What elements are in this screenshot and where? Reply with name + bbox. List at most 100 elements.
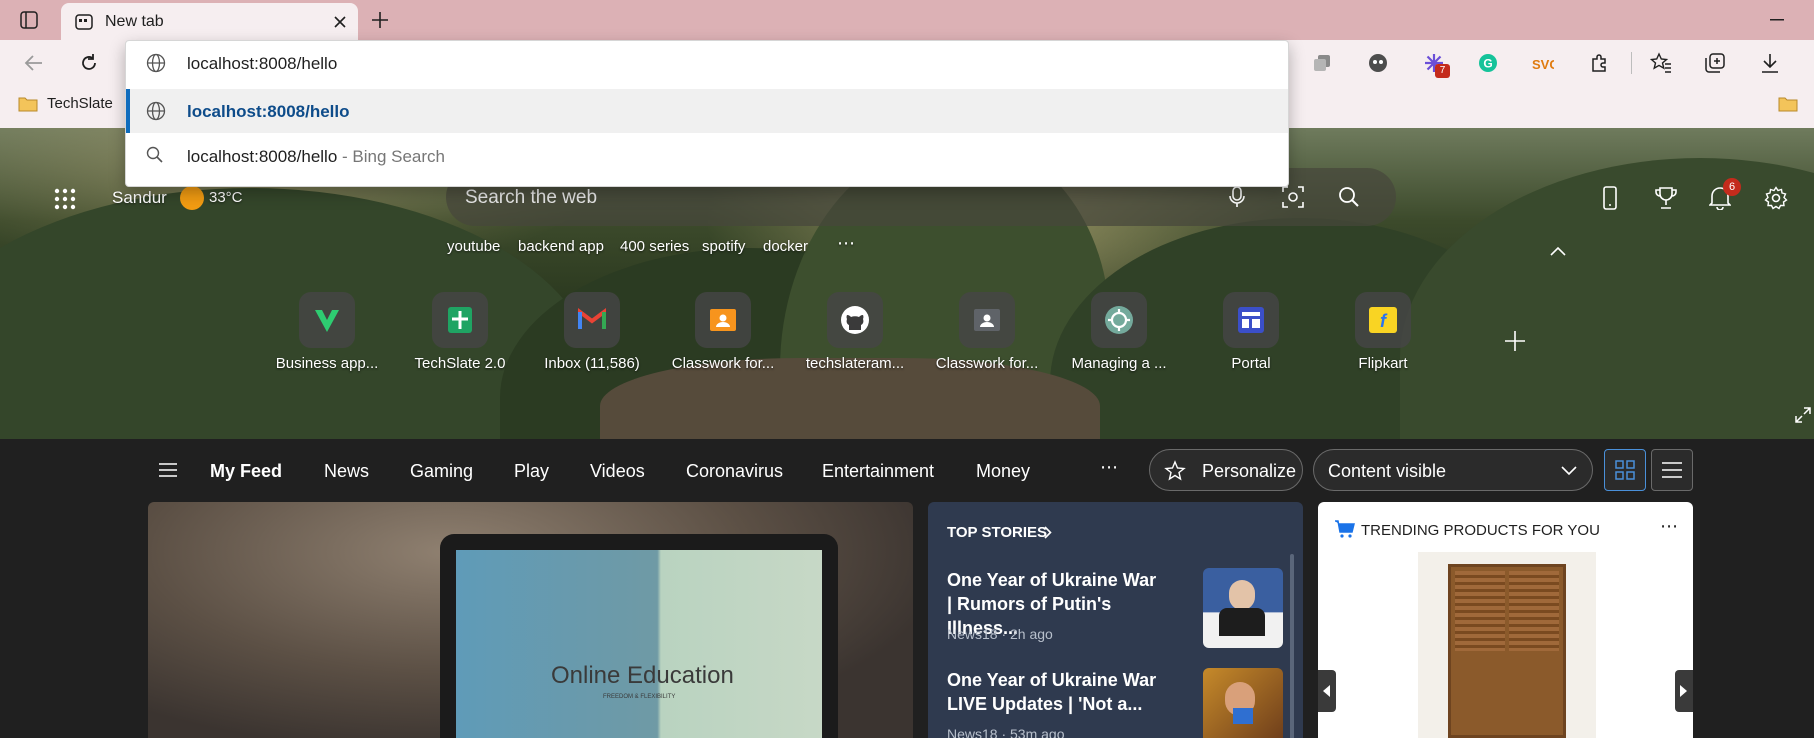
notifications-bell-icon[interactable]: 6 (1709, 178, 1741, 210)
app-launcher-icon[interactable] (54, 188, 76, 210)
new-tab-icon (75, 13, 93, 31)
grid-view-button[interactable] (1604, 449, 1646, 491)
story-item[interactable]: One Year of Ukraine War | Rumors of Puti… (947, 568, 1287, 648)
globe-icon (146, 53, 166, 73)
quick-tile-chatgpt[interactable]: Managing a ... (1064, 292, 1174, 372)
quick-links-more[interactable]: ⋯ (837, 233, 855, 254)
quick-tile-inbox[interactable]: Inbox (11,586) (537, 292, 647, 372)
laptop-image (440, 534, 838, 738)
quick-tile-business-app[interactable]: Business app... (272, 292, 382, 372)
collections-icon[interactable] (1705, 53, 1725, 73)
extension-spark-icon[interactable]: 7 (1423, 52, 1450, 78)
expand-icon[interactable] (1795, 407, 1811, 423)
gmail-icon (564, 292, 620, 348)
google-classroom-icon (959, 292, 1015, 348)
globe-icon (146, 101, 166, 121)
content-visibility-select[interactable]: Content visible (1313, 449, 1593, 491)
quick-tile-flipkart[interactable]: f Flipkart (1328, 292, 1438, 372)
quick-link-backend-app[interactable]: backend app (518, 238, 604, 255)
product-image-cabinet[interactable] (1418, 552, 1596, 738)
chevron-right-icon (1044, 526, 1052, 539)
visual-search-icon[interactable] (1282, 186, 1304, 208)
back-icon[interactable] (24, 53, 44, 73)
nav-videos[interactable]: Videos (590, 461, 645, 482)
tab-new-tab[interactable]: New tab (61, 3, 358, 40)
add-site-plus-icon[interactable] (1504, 330, 1526, 352)
story-thumbnail (1203, 568, 1283, 648)
settings-gear-icon[interactable] (1764, 186, 1788, 210)
trending-products-card: TRENDING PRODUCTS FOR YOU ⋯ (1318, 502, 1693, 738)
collapse-chevron-up-icon[interactable] (1550, 246, 1566, 256)
quick-link-youtube[interactable]: youtube (447, 238, 500, 255)
chatgpt-icon (1091, 292, 1147, 348)
bookmark-techslate[interactable]: TechSlate (47, 95, 113, 112)
tab-actions-icon[interactable] (20, 11, 38, 29)
minimize-icon[interactable] (1770, 19, 1784, 21)
mobile-icon[interactable] (1602, 186, 1618, 210)
extension-robot-icon[interactable] (1368, 53, 1388, 73)
notifications-badge: 6 (1723, 178, 1741, 196)
title-bar: New tab (0, 0, 1814, 40)
personalize-icon (1164, 460, 1186, 482)
nav-more[interactable]: ⋯ (1100, 457, 1118, 478)
trending-header: TRENDING PRODUCTS FOR YOU (1361, 522, 1600, 539)
nav-gaming[interactable]: Gaming (410, 461, 473, 482)
search-submit-icon[interactable] (1338, 186, 1360, 208)
nav-money[interactable]: Money (976, 461, 1030, 482)
feed-menu-icon[interactable] (159, 463, 177, 477)
quick-tile-techslate[interactable]: TechSlate 2.0 (405, 292, 515, 372)
suggestion-item-search[interactable]: localhost:8008/hello - Bing Search (126, 134, 1288, 178)
new-tab-plus-icon[interactable] (370, 10, 390, 30)
carousel-next-button[interactable] (1675, 670, 1693, 712)
list-view-button[interactable] (1651, 449, 1693, 491)
downloads-icon[interactable] (1760, 53, 1780, 73)
chevron-right-icon (1680, 685, 1687, 697)
quick-link-spotify[interactable]: spotify (702, 238, 745, 255)
selection-indicator (126, 89, 130, 133)
microphone-icon[interactable] (1229, 186, 1245, 208)
suggestion-text: localhost:8008/hello - Bing Search (187, 147, 446, 166)
nav-entertainment[interactable]: Entertainment (822, 461, 934, 482)
other-favorites-folder-icon[interactable] (1778, 96, 1798, 112)
svg-extension-icon[interactable]: SVG (1532, 53, 1554, 73)
address-bar[interactable]: localhost:8008/hello (126, 41, 1288, 85)
story-thumbnail (1203, 668, 1283, 738)
nav-coronavirus[interactable]: Coronavirus (686, 461, 783, 482)
weather-location[interactable]: Sandur (112, 188, 167, 208)
featured-article-card[interactable]: Online Education FREEDOM & FLEXIBILITY (148, 502, 913, 738)
stories-scrollbar[interactable] (1290, 554, 1294, 738)
quick-tile-classwork-2[interactable]: Classwork for... (932, 292, 1042, 372)
omnibox-dropdown: localhost:8008/hello localhost:8008/hell… (125, 40, 1289, 187)
extensions-puzzle-icon[interactable] (1589, 53, 1609, 73)
quick-tile-classwork-1[interactable]: Classwork for... (668, 292, 778, 372)
quick-tile-portal[interactable]: Portal (1196, 292, 1306, 372)
svg-text:SVG: SVG (1532, 57, 1554, 72)
collections-extension-icon[interactable] (1313, 54, 1333, 72)
carousel-prev-button[interactable] (1318, 670, 1336, 712)
top-stories-header[interactable]: TOP STORIES (947, 524, 1047, 541)
address-input[interactable]: localhost:8008/hello (187, 54, 337, 74)
nav-news[interactable]: News (324, 461, 369, 482)
rewards-icon[interactable] (1654, 186, 1678, 210)
nav-my-feed[interactable]: My Feed (210, 461, 282, 482)
trending-more-options[interactable]: ⋯ (1660, 516, 1678, 537)
grammarly-icon[interactable]: G (1478, 53, 1498, 73)
grid-view-icon (1615, 460, 1635, 480)
favorites-icon[interactable] (1650, 52, 1672, 74)
story-source: News18 · 53m ago (947, 726, 1065, 738)
list-view-icon (1662, 462, 1682, 478)
personalize-label: Personalize (1202, 461, 1297, 481)
svg-text:G: G (1483, 57, 1492, 71)
quick-link-400-series[interactable]: 400 series (620, 238, 689, 255)
quick-tile-github[interactable]: techslateram... (800, 292, 910, 372)
story-source: News18 · 2h ago (947, 626, 1053, 642)
refresh-icon[interactable] (79, 53, 99, 73)
close-tab-icon[interactable] (333, 15, 347, 29)
quick-link-docker[interactable]: docker (763, 238, 808, 255)
search-input[interactable]: Search the web (465, 187, 597, 209)
personalize-button[interactable]: Personalize (1149, 449, 1303, 491)
nav-play[interactable]: Play (514, 461, 549, 482)
google-sheets-icon (432, 292, 488, 348)
suggestion-item-url[interactable]: localhost:8008/hello (126, 89, 1288, 133)
story-item[interactable]: One Year of Ukraine War LIVE Updates | '… (947, 668, 1287, 738)
